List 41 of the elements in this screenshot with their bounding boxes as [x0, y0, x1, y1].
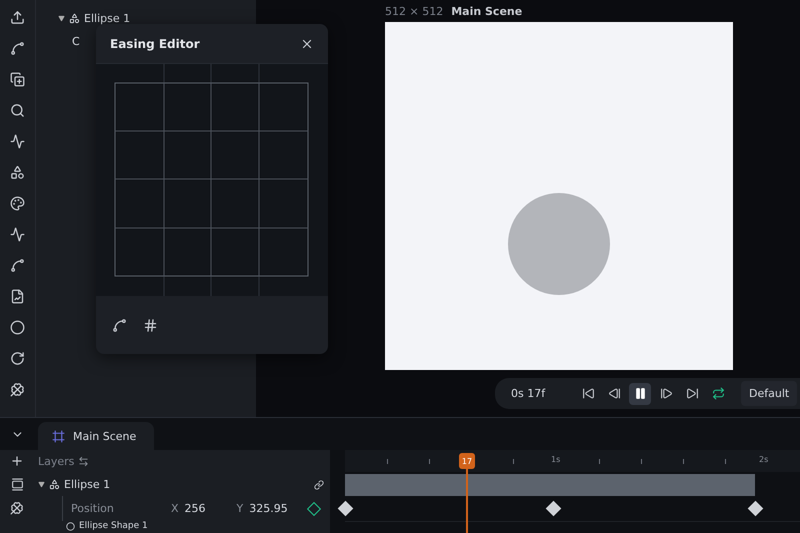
scene-title: Main Scene	[451, 4, 522, 18]
step-forward-icon[interactable]	[660, 387, 672, 400]
scene-tab[interactable]: Main Scene	[38, 422, 154, 450]
canvas-size: 512 × 512	[385, 4, 444, 18]
frame-icon	[52, 430, 65, 442]
add-icon[interactable]	[10, 454, 24, 468]
time-display: 0s 17f	[511, 387, 546, 400]
swap-icon[interactable]	[78, 456, 90, 467]
grid-icon[interactable]	[143, 318, 158, 332]
x-value[interactable]: 256	[184, 502, 237, 515]
step-back-icon[interactable]	[608, 387, 620, 400]
circle-icon	[66, 522, 75, 530]
skip-end-icon[interactable]	[686, 387, 698, 400]
keyframe-toggle[interactable]	[307, 501, 322, 516]
clover-icon[interactable]	[10, 501, 24, 515]
shape-icon	[49, 479, 60, 490]
layers-label: Layers	[38, 455, 74, 468]
layer-name[interactable]: C	[72, 35, 80, 48]
axis-label: X	[171, 502, 179, 515]
layer-name[interactable]: Ellipse Shape 1	[79, 521, 148, 531]
panel-title: Easing Editor	[110, 36, 200, 50]
expand-arrow-icon[interactable]	[58, 15, 65, 22]
ruler-label: 2s	[759, 455, 768, 464]
bezier-icon[interactable]	[112, 318, 127, 332]
layer-name[interactable]: Ellipse 1	[64, 478, 110, 491]
property-name: Position	[71, 502, 115, 515]
loop-icon[interactable]	[712, 387, 724, 400]
layers-icon[interactable]	[10, 478, 24, 491]
link-icon[interactable]	[314, 480, 324, 490]
pause-icon	[634, 387, 646, 400]
ruler-label: 1s	[551, 455, 560, 464]
y-value[interactable]: 325.95	[249, 502, 302, 515]
expand-arrow-icon[interactable]	[38, 481, 45, 488]
axis-label: Y	[236, 502, 244, 515]
skip-start-icon[interactable]	[582, 387, 594, 400]
layer-name[interactable]: Ellipse 1	[84, 12, 130, 25]
playhead-marker[interactable]: 17	[459, 453, 475, 469]
shape-icon	[69, 13, 80, 24]
playhead-line	[466, 468, 468, 533]
preset-dropdown[interactable]: Default	[741, 381, 798, 406]
pause-button[interactable]	[629, 382, 651, 404]
